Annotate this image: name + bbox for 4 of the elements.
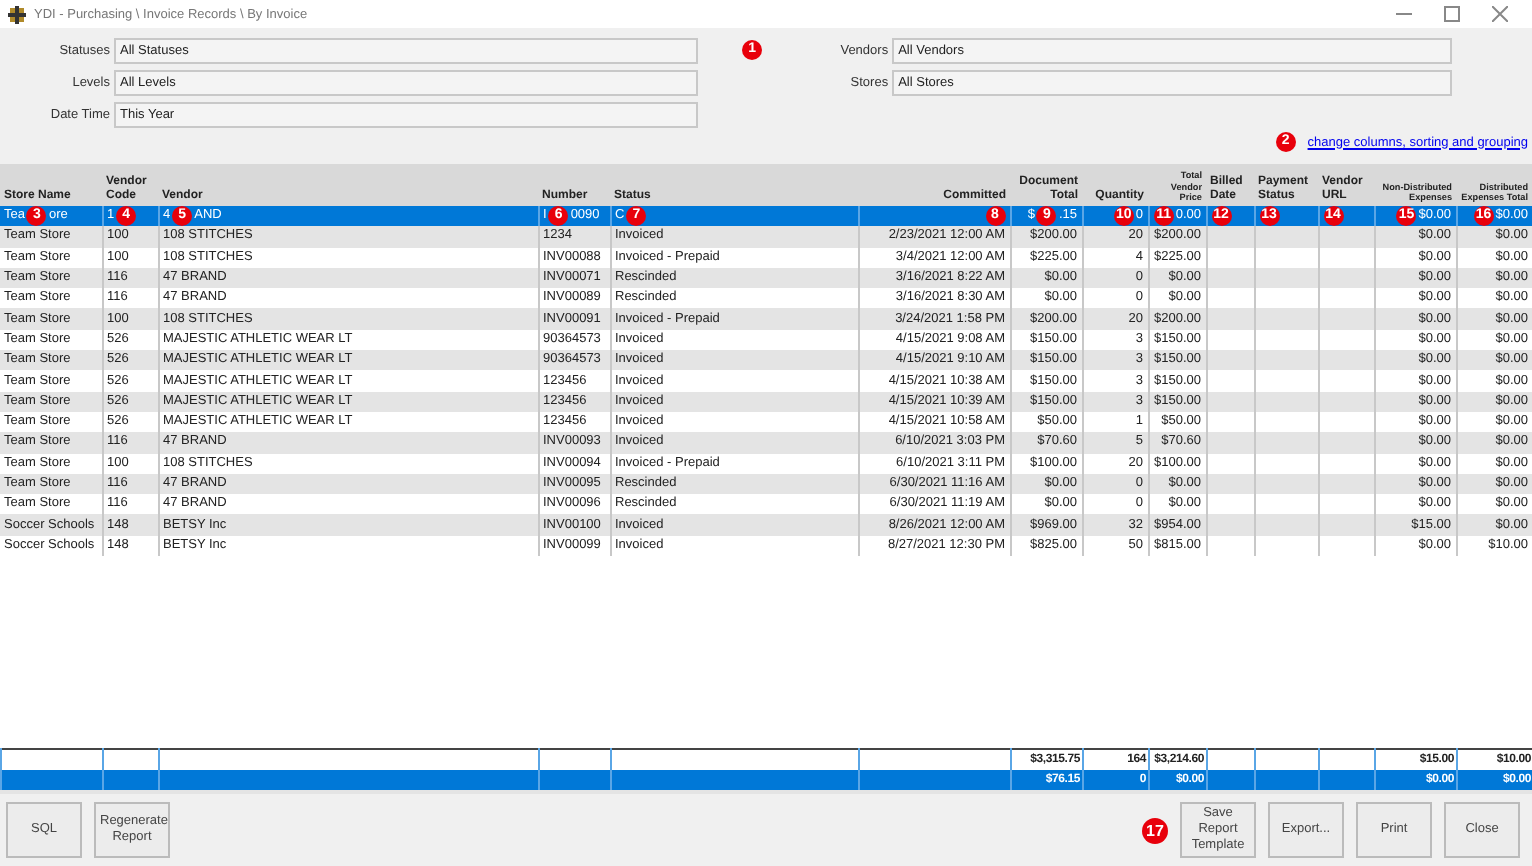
app-icon bbox=[8, 5, 26, 23]
number-badge: 17 bbox=[1142, 817, 1168, 843]
close-icon[interactable] bbox=[1492, 6, 1508, 22]
maximize-icon[interactable] bbox=[1444, 6, 1460, 22]
